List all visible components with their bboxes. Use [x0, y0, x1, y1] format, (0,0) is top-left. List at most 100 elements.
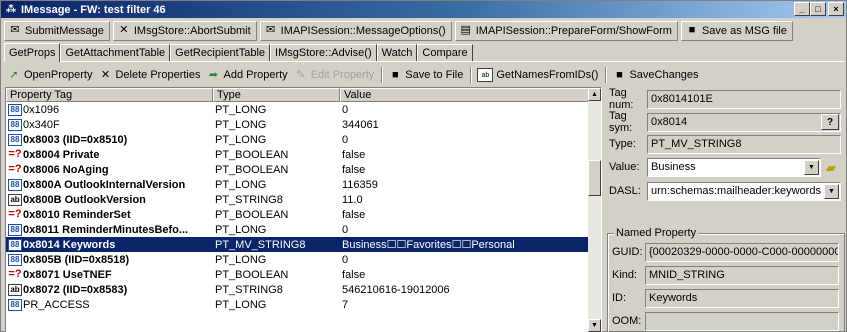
- message-options-button[interactable]: ✉ IMAPISession::MessageOptions(): [259, 20, 452, 41]
- scroll-thumb[interactable]: [588, 160, 601, 196]
- table-row[interactable]: 88 0x800A OutlookInternalVersion PT_LONG 11…: [6, 177, 589, 192]
- list-scrollbar[interactable]: ▲ ▼: [588, 88, 601, 332]
- get-names-label: GetNamesFromIDs(): [496, 69, 599, 81]
- property-toolbar: ➚ OpenProperty ✕ Delete Properties ➦ Add…: [5, 64, 703, 86]
- tab-label: GetRecipientTable: [175, 47, 266, 59]
- table-row[interactable]: 88 0x805B (IID=0x8518) PT_LONG 0: [6, 252, 589, 267]
- tab-advise[interactable]: IMsgStore::Advise(): [270, 44, 377, 61]
- envelope-icon: ✉: [266, 24, 276, 36]
- string-icon: ab: [8, 283, 22, 296]
- table-row[interactable]: 88 0x8014 Keywords PT_MV_STRING8 Business☐☐…: [6, 237, 589, 252]
- property-type-cell: PT_LONG: [215, 223, 267, 236]
- dasl-row: DASL: urn:schemas:mailheader:keywords ▼: [605, 181, 841, 201]
- property-tag-cell: 88 0x805B (IID=0x8518): [6, 253, 213, 266]
- type-field[interactable]: PT_MV_STRING8: [647, 134, 841, 154]
- guid-label: GUID:: [612, 246, 643, 258]
- column-header-tag[interactable]: Property Tag: [6, 88, 213, 102]
- value-dropdown[interactable]: Business ▼: [647, 157, 821, 177]
- number-grid-icon: 88: [8, 103, 22, 116]
- save-to-file-button[interactable]: ■ Save to File: [386, 65, 467, 85]
- oom-label: OOM:: [612, 315, 642, 327]
- tab-watch[interactable]: Watch: [376, 44, 418, 61]
- close-button[interactable]: ×: [828, 2, 844, 16]
- oom-field[interactable]: [645, 311, 839, 331]
- tab-getrecipienttable[interactable]: GetRecipientTable: [170, 44, 271, 61]
- table-row[interactable]: =? 0x8004 Private PT_BOOLEAN false: [6, 147, 589, 162]
- table-row[interactable]: ab 0x8072 (IID=0x8583) PT_STRING8 546210616…: [6, 282, 589, 297]
- envelope-icon: ✉: [10, 24, 20, 36]
- open-arrow-icon: ➚: [9, 68, 19, 81]
- prepare-form-button[interactable]: ▤ IMAPISession::PrepareForm/ShowForm: [454, 20, 678, 41]
- dasl-dropdown[interactable]: urn:schemas:mailheader:keywords ▼: [647, 181, 841, 201]
- minimize-button[interactable]: _: [794, 2, 810, 16]
- prepare-form-label: IMAPISession::PrepareForm/ShowForm: [475, 24, 672, 37]
- help-button[interactable]: ?: [821, 114, 839, 130]
- property-value-cell: 0: [342, 253, 349, 266]
- named-property-group: Named Property GUID: {00020329-0000-0000…: [607, 227, 845, 332]
- dasl-selected: urn:schemas:mailheader:keywords: [651, 185, 821, 197]
- kind-field[interactable]: MNID_STRING: [645, 265, 839, 285]
- property-tag-text: 0x805B (IID=0x8518): [23, 253, 130, 266]
- abort-submit-button[interactable]: ✕ IMsgStore::AbortSubmit: [112, 20, 257, 41]
- property-value-cell: 11.0: [342, 193, 363, 206]
- property-type-cell: PT_BOOLEAN: [215, 148, 289, 161]
- chevron-down-icon[interactable]: ▼: [804, 159, 819, 175]
- title-bar[interactable]: ⁂ IMessage - FW: test filter 46 _ □ ×: [1, 1, 846, 18]
- tab-label: Compare: [422, 47, 468, 59]
- property-tag-text: 0x8014 Keywords: [23, 238, 116, 251]
- table-row[interactable]: 88 0x340F PT_LONG 344061: [6, 117, 589, 132]
- tag-sym-field[interactable]: 0x8014 ?: [647, 112, 841, 132]
- submit-message-button[interactable]: ✉ SubmitMessage: [4, 20, 110, 41]
- id-label: ID:: [612, 292, 627, 304]
- column-header-value[interactable]: Value: [340, 88, 589, 102]
- open-property-button[interactable]: ➚ OpenProperty: [5, 65, 96, 85]
- table-row[interactable]: =? 0x8006 NoAging PT_BOOLEAN false: [6, 162, 589, 177]
- property-type-cell: PT_BOOLEAN: [215, 268, 289, 281]
- chevron-down-icon[interactable]: ▼: [824, 183, 839, 199]
- property-value-cell: 0: [342, 133, 349, 146]
- list-header: Property Tag Type Value: [6, 88, 589, 102]
- property-details-panel: Tag num: 0x8014101E Tag sym: 0x8014 ? Ty…: [605, 87, 845, 332]
- property-tag-text: 0x340F: [23, 118, 60, 131]
- property-value-cell: false: [342, 208, 366, 221]
- property-tag-cell: 88 0x8003 (IID=0x8510): [6, 133, 213, 146]
- open-property-label: OpenProperty: [24, 69, 93, 81]
- tag-num-field[interactable]: 0x8014101E: [647, 89, 841, 109]
- form-icon: ▤: [460, 24, 471, 36]
- get-names-button[interactable]: ab GetNamesFromIDs(): [475, 65, 602, 85]
- scroll-up-button[interactable]: ▲: [588, 88, 601, 101]
- property-tag-text: 0x8072 (IID=0x8583): [23, 283, 128, 296]
- save-changes-button[interactable]: ■ SaveChanges: [610, 65, 702, 85]
- save-changes-label: SaveChanges: [629, 69, 699, 81]
- scroll-down-button[interactable]: ▼: [588, 319, 601, 332]
- edit-property-button[interactable]: ✎ Edit Property: [292, 65, 379, 85]
- tab-getattachmenttable[interactable]: GetAttachmentTable: [60, 44, 171, 61]
- window-controls: _ □ ×: [794, 2, 844, 16]
- table-row[interactable]: 88 PR_ACCESS PT_LONG 7: [6, 297, 589, 312]
- property-list[interactable]: Property Tag Type Value 88 0x1096 PT_LONG 0…: [5, 87, 602, 332]
- edit-icon: ✎: [296, 68, 306, 81]
- property-value-cell: 7: [342, 298, 349, 311]
- table-row[interactable]: 88 0x1096 PT_LONG 0: [6, 102, 589, 117]
- property-value-cell: 116359: [342, 178, 378, 191]
- column-header-type[interactable]: Type: [213, 88, 340, 102]
- number-grid-icon: 88: [8, 118, 22, 131]
- table-row[interactable]: =? 0x8010 ReminderSet PT_BOOLEAN false: [6, 207, 589, 222]
- tab-getprops[interactable]: GetProps: [4, 43, 61, 62]
- delete-properties-button[interactable]: ✕ Delete Properties: [96, 65, 204, 85]
- property-tag-cell: =? 0x8004 Private: [6, 149, 213, 161]
- add-property-button[interactable]: ➦ Add Property: [204, 65, 291, 85]
- tab-compare[interactable]: Compare: [417, 44, 473, 61]
- save-msg-button[interactable]: ■ Save as MSG file: [680, 20, 793, 41]
- table-row[interactable]: ab 0x800B OutlookVersion PT_STRING8 11.0: [6, 192, 589, 207]
- table-row[interactable]: 88 0x8011 ReminderMinutesBefo... PT_LONG 0: [6, 222, 589, 237]
- table-row[interactable]: 88 0x8003 (IID=0x8510) PT_LONG 0: [6, 132, 589, 147]
- folder-open-icon[interactable]: ▰: [824, 160, 838, 174]
- id-field[interactable]: Keywords: [645, 288, 839, 308]
- guid-field[interactable]: {00020329-0000-0000-C000-00000000: [645, 242, 839, 262]
- property-tag-cell: 88 0x8014 Keywords: [6, 238, 213, 251]
- property-value-cell: 546210616-19012006: [342, 283, 450, 296]
- number-grid-icon: 88: [8, 298, 22, 311]
- table-row[interactable]: =? 0x8071 UseTNEF PT_BOOLEAN false: [6, 267, 589, 282]
- maximize-button[interactable]: □: [810, 2, 826, 16]
